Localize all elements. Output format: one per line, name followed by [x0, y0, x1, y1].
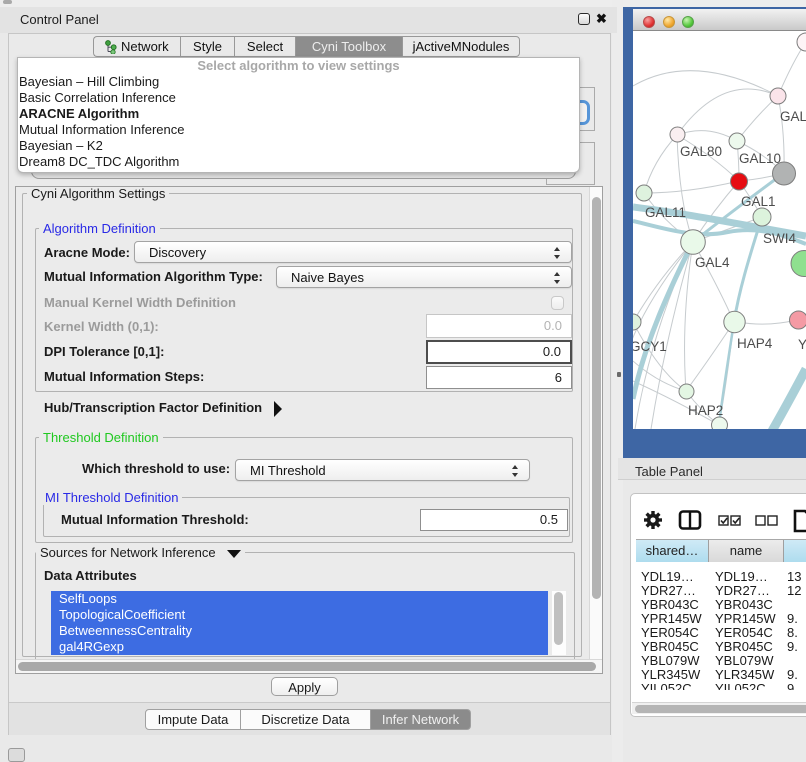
svg-text:HAP4: HAP4 [737, 336, 773, 351]
svg-text:GAL11: GAL11 [645, 205, 686, 220]
svg-text:GAL80: GAL80 [680, 144, 722, 159]
svg-text:HAP2: HAP2 [688, 403, 723, 418]
svg-text:SWI4: SWI4 [763, 231, 796, 246]
svg-text:GAL10: GAL10 [739, 151, 781, 166]
svg-text:Y: Y [798, 337, 806, 352]
svg-text:GCY1: GCY1 [633, 339, 667, 354]
svg-text:GAL4: GAL4 [695, 255, 730, 270]
svg-text:GAL1: GAL1 [741, 194, 776, 209]
svg-text:GAL: GAL [780, 109, 806, 124]
